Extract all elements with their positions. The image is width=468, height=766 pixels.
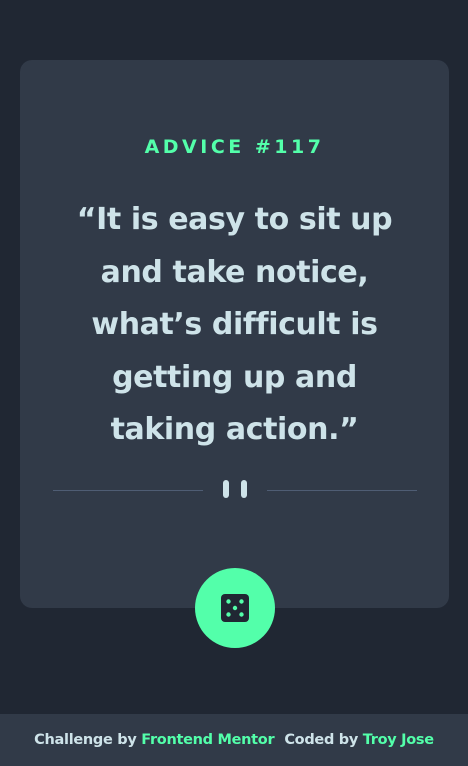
- advice-id-label: ADVICE #117: [144, 136, 325, 158]
- dice-icon: [221, 594, 249, 622]
- divider: [53, 480, 417, 500]
- advice-card: ADVICE #117 “It is easy to sit up and ta…: [20, 60, 449, 608]
- pause-icon: [223, 480, 249, 500]
- author-link[interactable]: Troy Jose: [363, 732, 434, 748]
- frontend-mentor-link[interactable]: Frontend Mentor: [141, 732, 274, 748]
- divider-line-right: [267, 490, 417, 491]
- coded-prefix: Coded by: [284, 732, 359, 748]
- attribution-footer: Challenge by Frontend Mentor Coded by Tro…: [0, 714, 468, 766]
- advice-quote: “It is easy to sit up and take notice, w…: [76, 202, 393, 447]
- generate-advice-button[interactable]: [195, 568, 275, 648]
- divider-line-left: [53, 490, 203, 491]
- page: ADVICE #117 “It is easy to sit up and ta…: [0, 0, 468, 766]
- challenge-prefix: Challenge by: [34, 732, 137, 748]
